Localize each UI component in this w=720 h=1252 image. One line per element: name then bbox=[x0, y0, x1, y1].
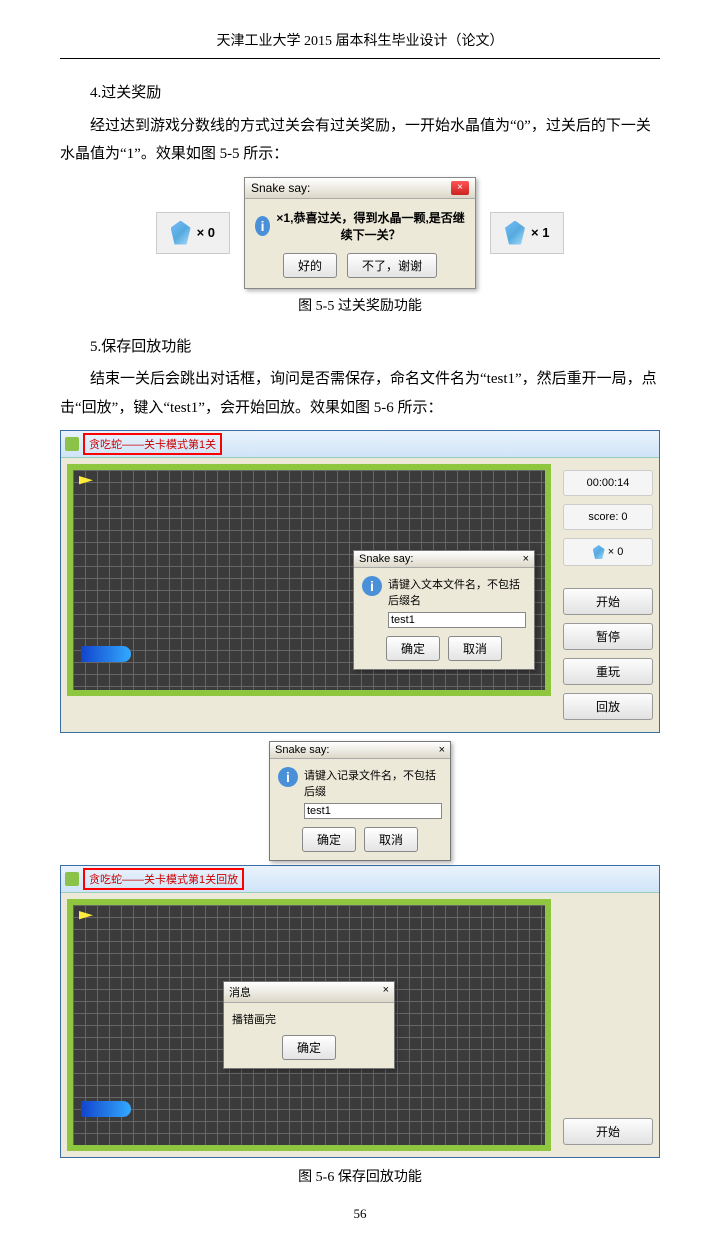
close-icon[interactable]: × bbox=[523, 553, 529, 565]
crystal-icon bbox=[171, 221, 191, 245]
cancel-button[interactable]: 不了，谢谢 bbox=[347, 253, 437, 278]
section-4-para: 经过达到游戏分数线的方式过关会有过关奖励，一开始水晶值为“0”，过关后的下一关水… bbox=[60, 112, 660, 169]
filename-input[interactable] bbox=[388, 612, 526, 628]
dialog-title: Snake say: bbox=[359, 553, 413, 565]
crystal-icon bbox=[505, 221, 525, 245]
window-title-2: 贪吃蛇——关卡模式第1关回放 bbox=[83, 868, 244, 890]
dialog-title: Snake say: bbox=[275, 744, 329, 756]
section-5-title: 5.保存回放功能 bbox=[60, 333, 660, 362]
time-display: 00:00:14 bbox=[563, 470, 653, 496]
dialog-pass-level: Snake say: × i ×1,恭喜过关，得到水晶一颗,是否继续下一关？ 好… bbox=[244, 177, 476, 289]
save-dialog: Snake say: × i 请键入文本文件名，不包括后缀名 bbox=[353, 550, 535, 670]
playback-button[interactable]: 回放 bbox=[563, 693, 653, 720]
dialog-message: 播错画完 bbox=[232, 1011, 386, 1027]
pause-button[interactable]: 暂停 bbox=[563, 623, 653, 650]
page-number: 56 bbox=[60, 1206, 660, 1222]
dialog-title: Snake say: bbox=[251, 181, 310, 195]
dialog-title: 消息 bbox=[229, 984, 251, 1000]
crystal-icon bbox=[593, 545, 605, 559]
app-icon bbox=[65, 872, 79, 886]
figure-5-5-caption: 图 5-5 过关奖励功能 bbox=[60, 295, 660, 315]
crystal-right-value: × 1 bbox=[531, 225, 549, 240]
dialog-message: ×1,恭喜过关，得到水晶一颗,是否继续下一关？ bbox=[276, 209, 465, 243]
filename-input[interactable] bbox=[304, 803, 442, 819]
start-button[interactable]: 开始 bbox=[563, 1118, 653, 1145]
crystal-left-value: × 0 bbox=[197, 225, 215, 240]
ok-button[interactable]: 确定 bbox=[302, 827, 356, 852]
message-dialog: 消息 × 播错画完 确定 bbox=[223, 981, 395, 1069]
start-button[interactable]: 开始 bbox=[563, 588, 653, 615]
crystal-display: × 0 bbox=[563, 538, 653, 566]
crystal-left-box: × 0 bbox=[156, 212, 230, 254]
section-4-title: 4.过关奖励 bbox=[60, 79, 660, 108]
window-title-1: 贪吃蛇——关卡模式第1关 bbox=[83, 433, 222, 455]
info-icon: i bbox=[362, 576, 382, 596]
figure-5-6: 贪吃蛇——关卡模式第1关 Snake say: × bbox=[60, 430, 660, 1158]
app-window-1: 贪吃蛇——关卡模式第1关 Snake say: × bbox=[60, 430, 660, 733]
ok-button[interactable]: 好的 bbox=[283, 253, 337, 278]
cancel-button[interactable]: 取消 bbox=[364, 827, 418, 852]
flag-icon bbox=[79, 476, 93, 490]
score-display: score: 0 bbox=[563, 504, 653, 530]
figure-5-5: × 0 Snake say: × i ×1,恭喜过关，得到水晶一颗,是否继续下一… bbox=[60, 177, 660, 289]
close-icon[interactable]: × bbox=[439, 744, 445, 756]
game-grid: Snake say: × i 请键入文本文件名，不包括后缀名 bbox=[73, 470, 545, 690]
fish-icon bbox=[81, 1101, 131, 1117]
flag-icon bbox=[79, 911, 93, 925]
replay-button[interactable]: 重玩 bbox=[563, 658, 653, 685]
crystal-right-box: × 1 bbox=[490, 212, 564, 254]
info-icon: i bbox=[255, 216, 270, 236]
app-window-2: 贪吃蛇——关卡模式第1关回放 消息 × bbox=[60, 865, 660, 1158]
app-icon bbox=[65, 437, 79, 451]
ok-button[interactable]: 确定 bbox=[386, 636, 440, 661]
dialog-message: 请键入文本文件名，不包括后缀名 bbox=[388, 576, 526, 608]
fish-icon bbox=[81, 646, 131, 662]
info-icon: i bbox=[278, 767, 298, 787]
game-grid: 消息 × 播错画完 确定 bbox=[73, 905, 545, 1145]
section-5-para: 结束一关后会跳出对话框，询问是否需保存，命名文件名为“test1”，然后重开一局… bbox=[60, 365, 660, 422]
replay-filename-dialog: Snake say: × i 请键入记录文件名，不包括后缀 确定 取消 bbox=[269, 741, 451, 861]
ok-button[interactable]: 确定 bbox=[282, 1035, 336, 1060]
close-icon[interactable]: × bbox=[451, 181, 469, 195]
cancel-button[interactable]: 取消 bbox=[448, 636, 502, 661]
figure-5-6-caption: 图 5-6 保存回放功能 bbox=[60, 1166, 660, 1186]
page-header: 天津工业大学 2015 届本科生毕业设计（论文） bbox=[60, 30, 660, 59]
close-icon[interactable]: × bbox=[383, 984, 389, 1000]
dialog-message: 请键入记录文件名，不包括后缀 bbox=[304, 767, 442, 799]
